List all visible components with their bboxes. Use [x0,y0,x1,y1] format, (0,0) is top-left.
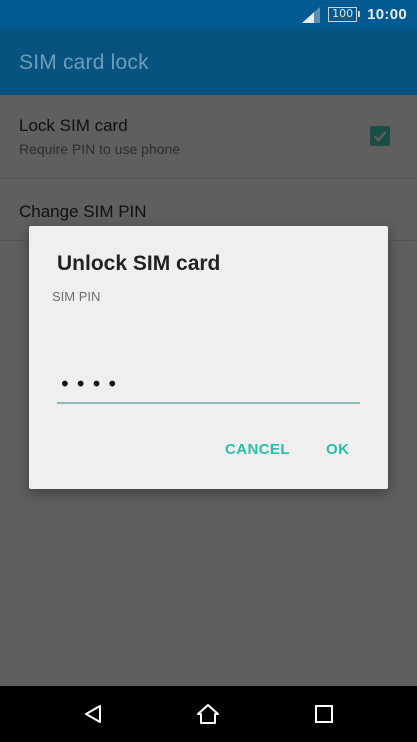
ok-button[interactable]: OK [326,441,349,458]
back-icon[interactable] [81,702,105,726]
sim-pin-input[interactable] [57,366,360,404]
lock-sim-card-summary: Require PIN to use phone [19,141,181,157]
sim-pin-label: SIM PIN [52,289,101,304]
lock-sim-card-row[interactable]: Lock SIM card Require PIN to use phone [0,95,417,179]
signal-icon [302,6,321,23]
cancel-button[interactable]: CANCEL [225,441,290,458]
lock-sim-checkbox[interactable] [370,126,390,146]
status-icons: 100 10:00 [302,0,407,29]
home-icon[interactable] [196,702,220,726]
unlock-sim-dialog: Unlock SIM card SIM PIN CANCEL OK [29,226,388,489]
page-title: SIM card lock [19,51,149,74]
action-bar: SIM card lock [0,29,417,95]
lock-sim-card-title: Lock SIM card [19,116,128,135]
status-bar: 100 10:00 [0,0,417,29]
recent-apps-icon[interactable] [312,702,336,726]
dialog-title: Unlock SIM card [57,252,221,275]
battery-icon: 100 [328,7,361,22]
change-sim-pin-title: Change SIM PIN [19,202,147,221]
navigation-bar [0,686,417,742]
status-time: 10:00 [367,6,407,23]
checkmark-icon [373,131,387,143]
